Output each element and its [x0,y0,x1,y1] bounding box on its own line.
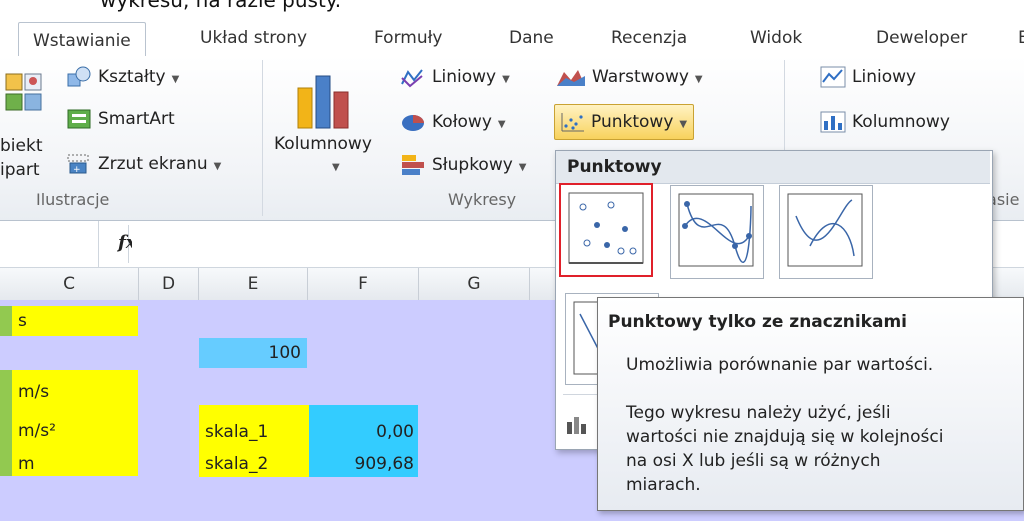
sparkline-line-icon [820,66,846,88]
tooltip-paragraph-line: miarach. [626,475,701,495]
bar-chart-button[interactable]: Słupkowy ▼ [400,153,527,177]
cell-c4[interactable]: m/s² [12,416,56,446]
dropdown-title: Punktowy [567,157,662,177]
tooltip-paragraph-line: wartości nie znajdują się w kolejności [626,427,944,447]
column-header-g[interactable]: G [419,268,530,300]
tab-insert[interactable]: Wstawianie [18,22,146,59]
sparkline-line-button[interactable]: Liniowy [820,66,916,88]
chevron-down-icon: ▼ [213,161,222,172]
column-chart-icon [297,75,349,129]
sparkline-line-label: Liniowy [852,67,917,87]
tab-review[interactable]: Recenzja [597,20,701,56]
line-chart-icon [401,69,423,88]
scatter-smooth-markers-icon [678,193,754,267]
sparkline-column-button[interactable]: Kolumnowy [820,111,950,133]
area-chart-icon [557,70,585,86]
chevron-down-icon: ▼ [332,162,340,173]
cell-f4[interactable]: 0,00 [309,417,418,447]
name-box[interactable] [0,221,99,267]
tooltip-description: Umożliwia porównanie par wartości. [626,355,934,375]
column-header-d[interactable]: D [139,268,199,300]
group-label-charts: Wykresy [448,190,517,209]
area-chart-button[interactable]: Warstwowy ▼ [556,66,703,88]
column-chart-button[interactable]: Kolumnowy ▼ [272,62,392,190]
shapes-button[interactable]: Kształty ▼ [66,66,179,88]
top-caption: wykresu, na razie pusty. [100,0,342,12]
shapes-label: Kształty [98,67,166,87]
cell-c3[interactable]: m/s [12,377,49,407]
scatter-chart-icon [561,113,584,132]
cell-f5[interactable]: 909,68 [309,449,418,479]
clipart-label-partial[interactable]: ipart [0,160,40,180]
cell-e2[interactable]: 100 [199,338,307,368]
pie-chart-icon [402,115,424,131]
smartart-button[interactable]: SmartArt [66,107,175,131]
scatter-smooth-lines-option[interactable] [779,185,873,279]
tab-formulas[interactable]: Formuły [360,20,457,56]
tooltip-paragraph-line: na osi X lub jeśli są w różnych [626,451,881,471]
cell-e5[interactable]: skala_2 [199,449,268,479]
chevron-down-icon: ▼ [502,74,510,85]
row-marker [0,306,12,336]
all-chart-types-icon [567,417,586,434]
pie-chart-button[interactable]: Kołowy ▼ [400,111,506,133]
sparkline-column-icon [820,111,846,133]
column-header-f[interactable]: F [308,268,419,300]
chevron-down-icon: ▼ [497,119,506,130]
chevron-down-icon: ▼ [171,74,180,85]
scatter-markers-only-option[interactable] [559,183,653,277]
scatter-chart-label: Punktowy [591,112,674,132]
object-label-partial[interactable]: biekt [0,136,42,156]
bar-chart-label: Słupkowy [432,155,513,175]
svg-text:+: + [73,165,81,175]
tab-data[interactable]: Dane [495,20,568,56]
column-header-e[interactable]: E [199,268,308,300]
scatter-chart-button[interactable]: Punktowy ▼ [554,104,695,140]
column-header-c[interactable]: C [0,268,139,300]
bar-chart-icon [402,155,424,175]
smartart-icon [67,109,91,129]
tab-overflow[interactable]: E [1004,20,1024,56]
line-chart-label: Liniowy [432,67,497,87]
cell-c5[interactable]: m [12,449,35,479]
scatter-smooth-lines-markers-option[interactable] [670,185,764,279]
scatter-markers-icon [568,192,644,264]
scatter-smooth-lines-icon [787,193,863,267]
picture-icons[interactable] [0,72,46,123]
cell-c1[interactable]: s [12,306,138,336]
tab-view[interactable]: Widok [736,20,816,56]
ribbon-tab-bar: Wstawianie Układ strony Formuły Dane Rec… [0,12,1024,59]
shapes-icon [67,66,91,87]
all-chart-types-item[interactable] [565,414,587,441]
tooltip-title: Punktowy tylko ze znacznikami [608,312,907,332]
screenshot-icon: + [67,154,89,175]
pie-chart-label: Kołowy [432,112,492,132]
screenshot-button[interactable]: + Zrzut ekranu ▼ [66,153,221,175]
chevron-down-icon: ▼ [518,162,527,173]
group-separator [262,60,263,216]
row-marker [0,370,12,476]
tooltip-paragraph-line: Tego wykresu należy użyć, jeśli [626,403,891,423]
tab-developer[interactable]: Deweloper [862,20,981,56]
smartart-label: SmartArt [98,109,175,129]
chevron-down-icon: ▼ [694,74,703,85]
column-chart-label: Kolumnowy [274,134,372,154]
line-chart-button[interactable]: Liniowy ▼ [400,66,510,88]
tab-page-layout[interactable]: Układ strony [186,20,321,56]
group-label-illustrations: Ilustracje [36,190,110,209]
area-chart-label: Warstwowy [592,67,689,87]
chevron-down-icon: ▼ [679,119,688,130]
sparkline-column-label: Kolumnowy [852,112,950,132]
screenshot-label: Zrzut ekranu [98,154,208,174]
picture-icon [5,73,42,111]
cell-e4[interactable]: skala_1 [199,417,268,447]
